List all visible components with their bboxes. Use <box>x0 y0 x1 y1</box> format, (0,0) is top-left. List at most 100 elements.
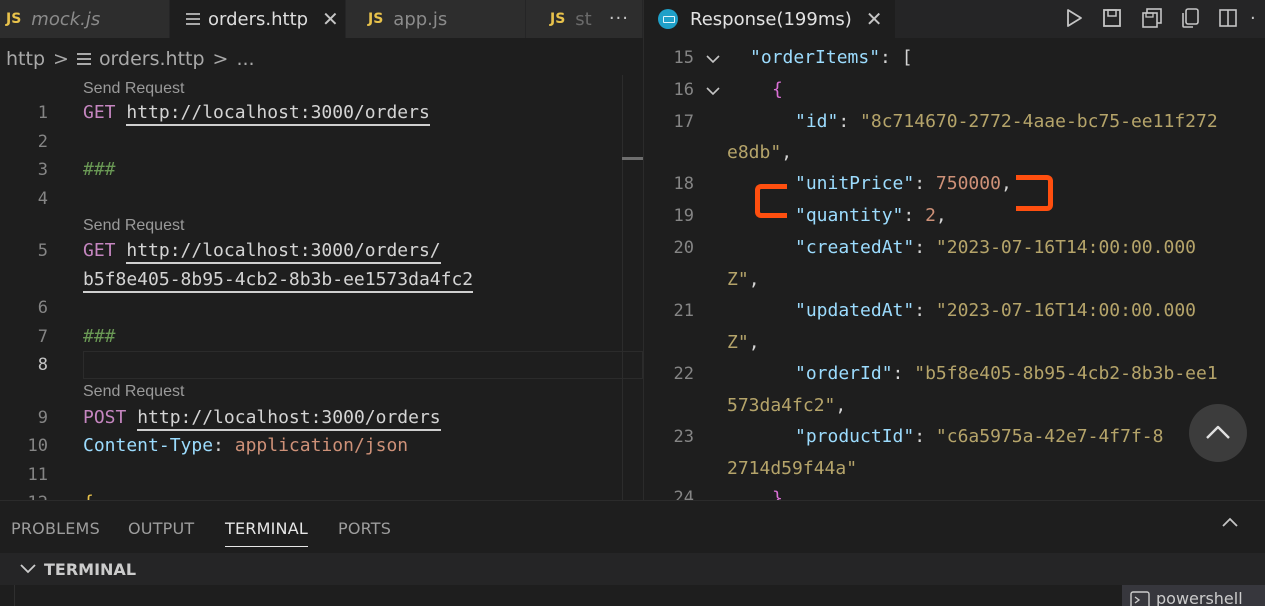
json-key: "id" <box>795 111 839 132</box>
chevron-down-icon <box>20 564 36 574</box>
line-number: 10 <box>27 436 48 456</box>
header-key: Content-Type <box>83 435 214 456</box>
line-number: 7 <box>37 327 48 347</box>
chevron-up-icon <box>1206 425 1230 439</box>
code-line-9: POST http://localhost:3000/orders <box>83 407 441 431</box>
json-punctuation: : [ <box>880 47 913 68</box>
breadcrumb: http > orders.http > ... <box>0 38 643 80</box>
breadcrumb-folder[interactable]: http <box>6 48 45 70</box>
send-request-link[interactable]: Send Request <box>83 383 184 401</box>
json-line-17-wrap: e8db", <box>727 142 792 163</box>
tab-label: app.js <box>393 8 448 30</box>
line-number: 17 <box>673 112 694 132</box>
annotation-bracket-left <box>755 184 787 218</box>
copy-icon[interactable] <box>1179 6 1201 30</box>
tab-label: mock.js <box>31 8 101 30</box>
tab-orders-http[interactable]: orders.http ✕ <box>170 0 346 38</box>
line-number: 1 <box>37 103 48 123</box>
json-punctuation: : <box>914 426 936 447</box>
line-number: 22 <box>673 364 694 384</box>
json-line-15: "orderItems": [ <box>750 47 913 68</box>
breadcrumb-separator: > <box>212 48 229 70</box>
http-file-icon <box>186 10 200 28</box>
save-icon[interactable] <box>1101 6 1123 30</box>
line-number: 19 <box>673 206 694 226</box>
breadcrumb-file[interactable]: orders.http <box>99 48 205 70</box>
terminal-shell-label: powershell <box>1156 589 1243 606</box>
header-value: application/json <box>234 435 409 456</box>
json-line-16: { <box>772 79 783 100</box>
scrollbar-marker[interactable] <box>622 157 643 160</box>
tab-label: orders.http <box>208 8 309 30</box>
more-actions-icon[interactable]: · <box>1250 6 1265 30</box>
current-line-highlight <box>83 351 643 379</box>
json-key: "orderItems" <box>750 47 881 68</box>
breadcrumb-more[interactable]: ... <box>236 48 254 70</box>
json-string: "b5f8e405-8b95-4cb2-8b3b-ee1 <box>914 363 1218 384</box>
tab-problems[interactable]: PROBLEMS <box>11 519 100 538</box>
http-file-icon <box>76 50 91 68</box>
json-key: "updatedAt" <box>795 300 915 321</box>
tab-output[interactable]: OUTPUT <box>128 519 194 538</box>
run-icon[interactable] <box>1063 6 1085 30</box>
request-separator: ### <box>83 159 116 180</box>
fold-chevron-icon[interactable] <box>706 54 720 64</box>
response-viewer[interactable]: 15 16 17 18 19 20 21 22 23 24 "orderItem… <box>644 38 1265 500</box>
code-editor[interactable]: 1 2 3 4 5 6 7 8 9 10 11 12 Send Request … <box>0 80 643 500</box>
request-url-continued[interactable]: b5f8e405-8b95-4cb2-8b3b-ee1573da4fc2 <box>83 269 474 293</box>
code-line-10: Content-Type: application/json <box>83 435 408 456</box>
line-number: 5 <box>37 241 48 261</box>
http-method: GET <box>83 240 116 261</box>
maximize-panel-icon[interactable] <box>1221 515 1239 529</box>
close-icon[interactable]: ✕ <box>866 7 883 31</box>
http-method: POST <box>83 407 127 428</box>
json-punctuation: : <box>838 111 861 132</box>
json-string: Z" <box>727 269 749 290</box>
fold-chevron-icon[interactable] <box>706 86 720 96</box>
terminal-section-header[interactable]: TERMINAL <box>0 553 1265 585</box>
tab-app-js[interactable]: JS app.js <box>346 0 526 38</box>
json-string: "c6a5975a-42e7-4f7f-8 <box>935 426 1164 447</box>
tab-response[interactable]: Response(199ms) ✕ <box>644 0 895 38</box>
json-line-20-wrap: Z", <box>727 269 760 290</box>
request-url[interactable]: http://localhost:3000/orders/ <box>126 240 441 264</box>
request-url[interactable]: http://localhost:3000/orders <box>137 407 441 431</box>
code-line-5-wrap: b5f8e405-8b95-4cb2-8b3b-ee1573da4fc2 <box>83 269 474 293</box>
send-request-link[interactable]: Send Request <box>83 80 184 98</box>
save-body-icon[interactable] <box>1141 6 1163 30</box>
tab-ports[interactable]: PORTS <box>338 519 391 538</box>
json-string: "2023-07-16T14:00:00.000 <box>935 237 1196 258</box>
split-editor-icon[interactable] <box>1217 6 1239 30</box>
json-string: 2714d59f44a" <box>727 458 858 479</box>
json-punctuation: , <box>781 142 793 163</box>
terminal-instance-powershell[interactable]: powershell <box>1122 585 1265 606</box>
terminal-gutter <box>0 585 15 606</box>
json-key: "unitPrice" <box>795 173 915 194</box>
http-method: GET <box>83 102 116 123</box>
js-file-icon: JS <box>6 11 22 27</box>
json-string: "8c714670-2772-4aae-bc75-ee11f272 <box>860 111 1218 132</box>
tab-terminal[interactable]: TERMINAL <box>225 519 308 547</box>
json-line-20: "createdAt": "2023-07-16T14:00:00.000 <box>795 237 1196 258</box>
json-punctuation: : <box>903 205 926 226</box>
code-line-5: GET http://localhost:3000/orders/ <box>83 240 441 264</box>
request-url[interactable]: http://localhost:3000/orders <box>126 102 430 126</box>
json-string: 573da4fc2" <box>727 395 836 416</box>
json-punctuation: : <box>914 237 936 258</box>
rest-client-icon <box>658 9 678 29</box>
terminal-body[interactable] <box>0 585 1265 606</box>
code-line-1: GET http://localhost:3000/orders <box>83 102 430 126</box>
more-actions-icon[interactable]: ··· <box>609 8 629 29</box>
json-key: "createdAt" <box>795 237 915 258</box>
scroll-to-top-button[interactable] <box>1189 404 1247 462</box>
send-request-link[interactable]: Send Request <box>83 217 184 235</box>
json-punctuation: , <box>748 269 760 290</box>
response-tab-bar: Response(199ms) ✕ · <box>644 0 1265 38</box>
json-key: "orderId" <box>795 363 893 384</box>
close-icon[interactable]: ✕ <box>322 7 339 31</box>
editor-tab-bar: JS mock.js orders.http ✕ JS app.js JS st… <box>0 0 643 38</box>
breadcrumb-separator: > <box>53 48 69 70</box>
line-number: 20 <box>673 238 694 258</box>
tab-mock-js[interactable]: JS mock.js <box>0 0 170 38</box>
terminal-section-title: TERMINAL <box>44 559 137 579</box>
